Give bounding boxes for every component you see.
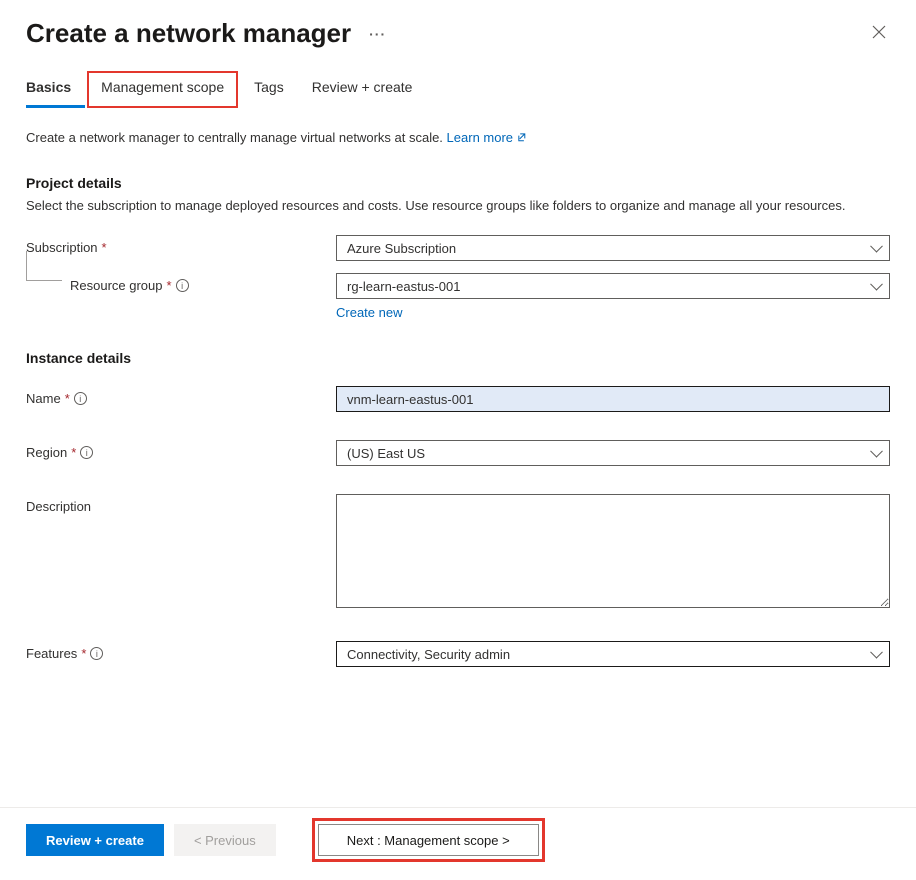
create-new-link[interactable]: Create new — [336, 305, 402, 320]
tab-review-create[interactable]: Review + create — [298, 71, 427, 108]
close-button[interactable] — [868, 21, 890, 46]
features-label: Features * i — [26, 641, 336, 661]
region-dropdown[interactable]: (US) East US — [336, 440, 890, 466]
more-actions-icon[interactable]: ··· — [369, 26, 386, 42]
tab-tags[interactable]: Tags — [240, 71, 298, 108]
external-link-icon — [517, 132, 528, 143]
page-title: Create a network manager — [26, 18, 351, 49]
next-button[interactable]: Next : Management scope > — [318, 824, 539, 856]
region-label: Region * i — [26, 440, 336, 460]
name-input[interactable] — [336, 386, 890, 412]
description-label: Description — [26, 494, 336, 514]
subscription-label: Subscription * — [26, 235, 336, 255]
resource-group-label: Resource group * i — [26, 273, 336, 293]
tab-management-scope[interactable]: Management scope — [87, 71, 238, 108]
description-textarea[interactable] — [336, 494, 890, 608]
subscription-dropdown[interactable]: Azure Subscription — [336, 235, 890, 261]
project-details-description: Select the subscription to manage deploy… — [26, 197, 890, 215]
previous-button[interactable]: < Previous — [174, 824, 276, 856]
instance-details-heading: Instance details — [26, 350, 890, 366]
name-label: Name * i — [26, 386, 336, 406]
tab-basics[interactable]: Basics — [26, 71, 85, 108]
footer-divider — [0, 807, 916, 808]
learn-more-link[interactable]: Learn more — [447, 130, 528, 145]
info-icon[interactable]: i — [80, 446, 93, 459]
tab-bar: Basics Management scope Tags Review + cr… — [0, 57, 916, 108]
info-icon[interactable]: i — [176, 279, 189, 292]
tree-line-icon — [26, 251, 62, 281]
project-details-heading: Project details — [26, 175, 890, 191]
review-create-button[interactable]: Review + create — [26, 824, 164, 856]
features-dropdown[interactable]: Connectivity, Security admin — [336, 641, 890, 667]
intro-text: Create a network manager to centrally ma… — [26, 130, 443, 145]
info-icon[interactable]: i — [90, 647, 103, 660]
resource-group-dropdown[interactable]: rg-learn-eastus-001 — [336, 273, 890, 299]
info-icon[interactable]: i — [74, 392, 87, 405]
